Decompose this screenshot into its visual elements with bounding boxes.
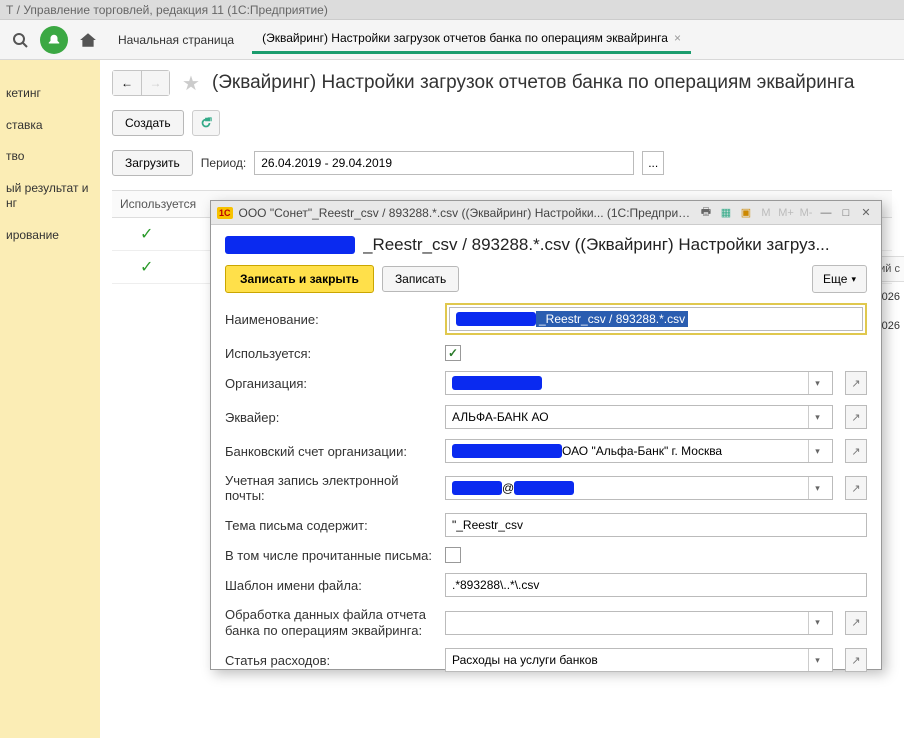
m-minus-button[interactable]: M- (797, 205, 815, 221)
bank-acc-label: Банковский счет организации: (225, 444, 437, 459)
acquirer-input[interactable]: АЛЬФА-БАНК АО ▾ (445, 405, 833, 429)
redacted (452, 444, 562, 458)
home-icon[interactable] (76, 28, 100, 52)
maximize-icon[interactable]: □ (837, 205, 855, 221)
m-plus-button[interactable]: M+ (777, 205, 795, 221)
filename-input[interactable]: .*893288\..*\.csv (445, 573, 867, 597)
close-icon[interactable]: × (674, 31, 681, 45)
redacted (514, 481, 574, 495)
bell-icon[interactable] (40, 26, 68, 54)
sidebar-item[interactable]: ставка (0, 110, 100, 142)
redacted (452, 376, 542, 390)
forward-button[interactable]: → (141, 71, 169, 95)
tab-home[interactable]: Начальная страница (108, 27, 244, 53)
bank-acc-input[interactable]: ОАО "Альфа-Банк" г. Москва ▾ (445, 439, 833, 463)
name-label: Наименование: (225, 312, 437, 327)
dialog-window-title: ООО "Сонет"_Reestr_csv / 893288.*.csv ((… (239, 206, 691, 220)
print-icon[interactable]: 🖶 (697, 205, 715, 221)
main-toolbar: Начальная страница (Эквайринг) Настройки… (0, 20, 904, 60)
name-selected-text: _Reestr_csv / 893288.*.csv (536, 311, 688, 327)
acquirer-label: Эквайер: (225, 410, 437, 425)
chevron-down-icon[interactable]: ▾ (808, 406, 826, 428)
org-input[interactable]: ▾ (445, 371, 833, 395)
sidebar-item[interactable]: ирование (0, 220, 100, 252)
proc-label: Обработка данных файла отчета банка по о… (225, 607, 437, 638)
redacted (452, 481, 502, 495)
chevron-down-icon[interactable]: ▾ (808, 372, 826, 394)
grid-icon[interactable]: ▦ (717, 205, 735, 221)
create-button[interactable]: Создать (112, 110, 184, 136)
calendar-icon[interactable]: ▣ (737, 205, 755, 221)
include-read-label: В том числе прочитанные письма: (225, 548, 437, 563)
open-button[interactable]: ↗ (845, 439, 867, 463)
period-input[interactable] (254, 151, 634, 175)
save-button[interactable]: Записать (382, 266, 459, 292)
save-close-button[interactable]: Записать и закрыть (225, 265, 374, 293)
sidebar: кетинг ставка тво ый результат и нг иров… (0, 60, 100, 738)
page-title: (Эквайринг) Настройки загрузок отчетов б… (212, 72, 855, 94)
m-button[interactable]: M (757, 205, 775, 221)
sidebar-item[interactable]: ый результат и нг (0, 173, 100, 220)
sidebar-item[interactable]: тво (0, 141, 100, 173)
expense-input[interactable]: Расходы на услуги банков ▾ (445, 648, 833, 672)
redacted (456, 312, 536, 326)
open-button[interactable]: ↗ (845, 611, 867, 635)
load-button[interactable]: Загрузить (112, 150, 193, 176)
refresh-button[interactable] (192, 110, 220, 136)
used-checkbox[interactable] (445, 345, 461, 361)
period-picker-button[interactable]: ... (642, 151, 664, 175)
open-button[interactable]: ↗ (845, 648, 867, 672)
acquirer-value: АЛЬФА-БАНК АО (452, 410, 549, 424)
minimize-icon[interactable]: — (817, 205, 835, 221)
chevron-down-icon[interactable]: ▾ (808, 649, 826, 671)
app-title: Т / Управление торговлей, редакция 11 (1… (6, 3, 328, 17)
subject-input[interactable]: "_Reestr_csv (445, 513, 867, 537)
back-button[interactable]: ← (113, 71, 141, 95)
email-label: Учетная запись электронной почты: (225, 473, 437, 503)
bank-acc-suffix: ОАО "Альфа-Банк" г. Москва (562, 444, 722, 458)
open-button[interactable]: ↗ (845, 476, 867, 500)
close-icon[interactable]: ✕ (857, 205, 875, 221)
nav-buttons: ← → (112, 70, 170, 96)
open-button[interactable]: ↗ (845, 371, 867, 395)
filename-label: Шаблон имени файла: (225, 578, 437, 593)
email-at: @ (502, 481, 514, 495)
subject-label: Тема письма содержит: (225, 518, 437, 533)
col-used[interactable]: Используется (120, 197, 220, 211)
include-read-checkbox[interactable] (445, 547, 461, 563)
logo-1c-icon: 1C (217, 207, 233, 219)
email-input[interactable]: @ ▾ (445, 476, 833, 500)
app-title-bar: Т / Управление торговлей, редакция 11 (1… (0, 0, 904, 20)
used-label: Используется: (225, 346, 437, 361)
chevron-down-icon[interactable]: ▾ (808, 440, 826, 462)
search-icon[interactable] (8, 28, 32, 52)
expense-label: Статья расходов: (225, 653, 437, 668)
name-input[interactable]: _Reestr_csv / 893288.*.csv (449, 307, 863, 331)
dialog-titlebar[interactable]: 1C ООО "Сонет"_Reestr_csv / 893288.*.csv… (211, 201, 881, 225)
dialog-title: _Reestr_csv / 893288.*.csv ((Эквайринг) … (363, 235, 867, 255)
star-icon[interactable]: ★ (182, 71, 200, 96)
proc-input[interactable]: ▾ (445, 611, 833, 635)
redacted (225, 236, 355, 254)
expense-value: Расходы на услуги банков (452, 653, 598, 667)
open-button[interactable]: ↗ (845, 405, 867, 429)
tab-label: (Эквайринг) Настройки загрузок отчетов б… (262, 31, 668, 45)
tab-acquiring[interactable]: (Эквайринг) Настройки загрузок отчетов б… (252, 25, 691, 54)
check-icon: ✓ (140, 224, 153, 244)
period-label: Период: (201, 156, 246, 170)
settings-dialog: 1C ООО "Сонет"_Reestr_csv / 893288.*.csv… (210, 200, 882, 670)
chevron-down-icon[interactable]: ▾ (808, 477, 826, 499)
sidebar-item[interactable]: кетинг (0, 78, 100, 110)
chevron-down-icon[interactable]: ▾ (808, 612, 826, 634)
check-icon: ✓ (140, 257, 153, 277)
org-label: Организация: (225, 376, 437, 391)
more-button[interactable]: Еще▾ (812, 265, 867, 293)
